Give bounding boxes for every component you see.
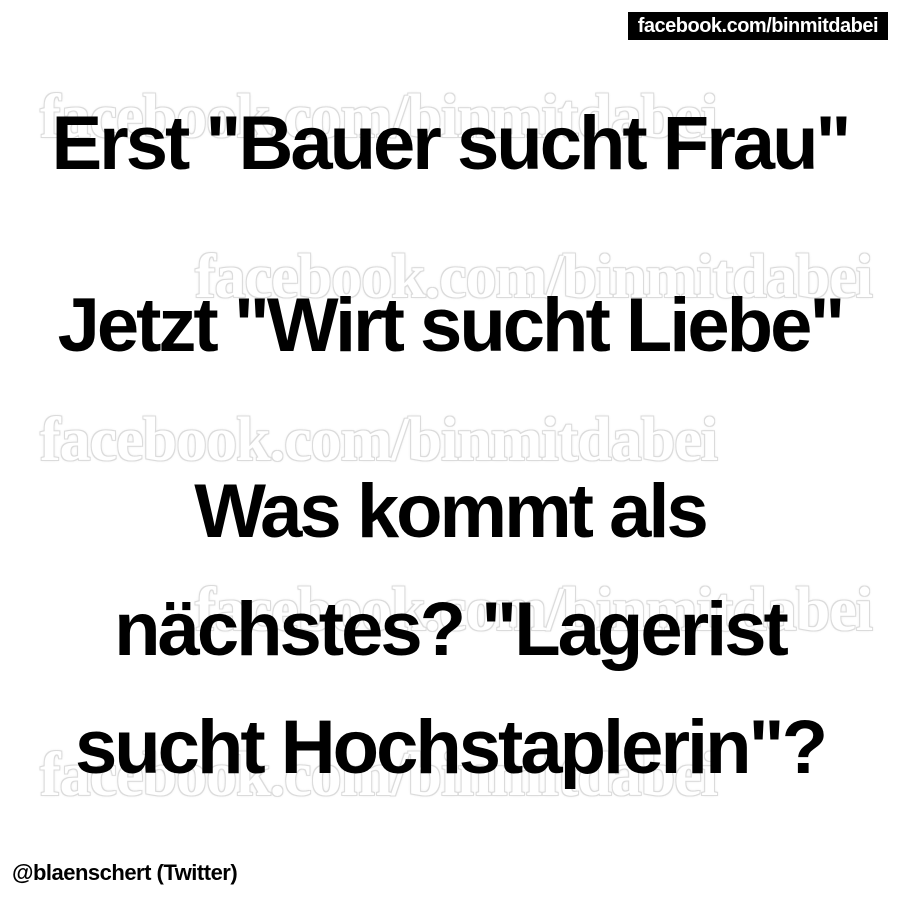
watermark-text: facebook.com/binmitdabei <box>40 406 718 474</box>
author-credit: @blaenschert (Twitter) <box>12 860 238 885</box>
meme-image: facebook.com/binmitdabei facebook.com/bi… <box>0 0 900 900</box>
text-line-3: Was kommt als <box>194 469 708 554</box>
source-badge: facebook.com/binmitdabei <box>627 12 888 40</box>
text-line-2: Jetzt "Wirt sucht Liebe" <box>57 283 846 368</box>
text-line-1: Erst "Bauer sucht Frau" <box>51 101 851 186</box>
text-line-5: sucht Hochstaplerin"? <box>74 705 828 790</box>
text-line-4: nächstes? "Lagerist <box>114 587 789 672</box>
